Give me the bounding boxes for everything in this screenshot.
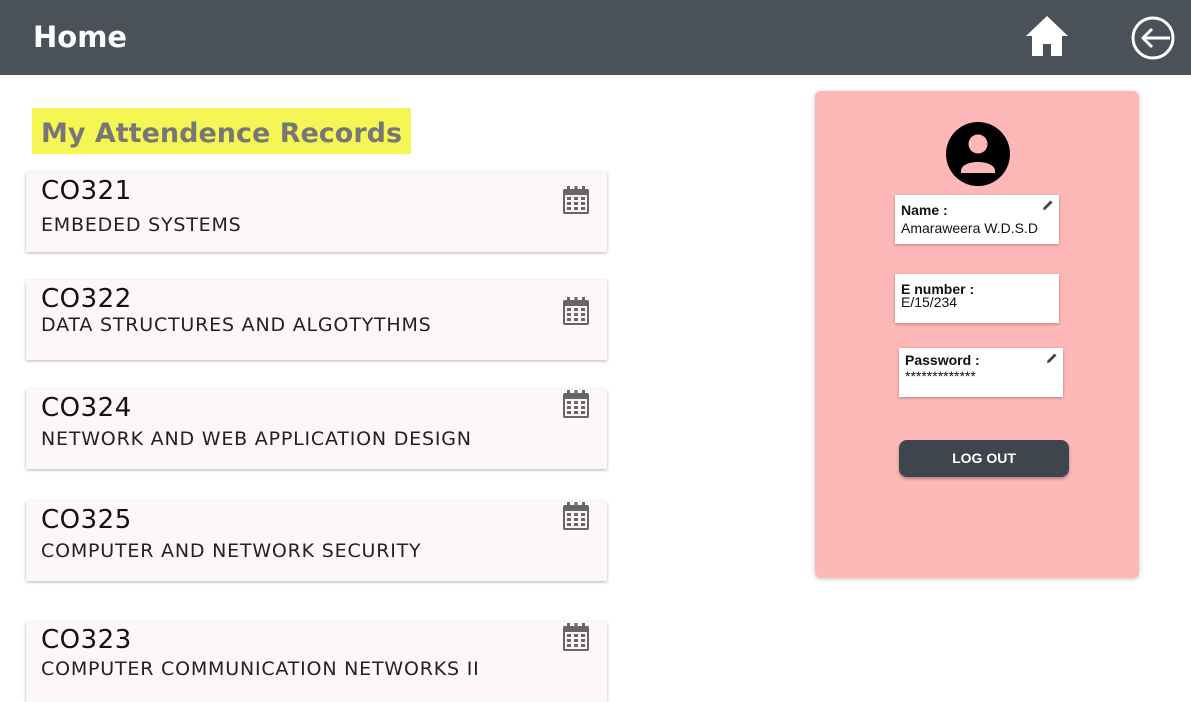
- course-card[interactable]: CO321 EMBEDED SYSTEMS: [26, 172, 607, 252]
- course-card[interactable]: CO322 DATA STRUCTURES AND ALGOTYTHMS: [26, 280, 607, 360]
- course-name: DATA STRUCTURES AND ALGOTYTHMS: [41, 314, 432, 336]
- calendar-icon[interactable]: [562, 296, 590, 326]
- section-title: My Attendence Records: [32, 108, 412, 154]
- exit-button[interactable]: [1130, 15, 1176, 61]
- calendar-icon[interactable]: [562, 389, 590, 419]
- course-code: CO321: [41, 176, 132, 206]
- course-name: NETWORK AND WEB APPLICATION DESIGN: [41, 428, 472, 450]
- course-code: CO322: [41, 284, 132, 314]
- enumber-field: E number : E/15/234: [895, 274, 1059, 323]
- course-code: CO325: [41, 505, 132, 535]
- course-name: COMPUTER AND NETWORK SECURITY: [41, 540, 422, 562]
- name-value: Amaraweera W.D.S.D: [901, 220, 1038, 236]
- course-name: COMPUTER COMMUNICATION NETWORKS II: [41, 658, 480, 680]
- enumber-value: E/15/234: [901, 294, 958, 310]
- name-label: Name :: [901, 202, 948, 218]
- calendar-icon[interactable]: [562, 622, 590, 652]
- course-code: CO323: [41, 625, 132, 655]
- home-icon: [1026, 16, 1068, 56]
- name-field[interactable]: Name : Amaraweera W.D.S.D: [895, 195, 1059, 244]
- calendar-icon[interactable]: [562, 185, 590, 215]
- user-avatar-icon: [946, 122, 1010, 186]
- logout-arrow-icon: [1131, 16, 1175, 60]
- edit-pencil-icon[interactable]: [1046, 352, 1058, 364]
- top-app-bar: Home: [0, 0, 1191, 75]
- page-title: Home: [33, 20, 128, 54]
- home-button[interactable]: [1024, 14, 1070, 58]
- course-name: EMBEDED SYSTEMS: [41, 214, 242, 236]
- course-card[interactable]: CO324 NETWORK AND WEB APPLICATION DESIGN: [26, 389, 607, 469]
- password-field[interactable]: Password : *************: [899, 348, 1063, 397]
- course-card[interactable]: CO325 COMPUTER AND NETWORK SECURITY: [26, 501, 607, 581]
- course-card[interactable]: CO323 COMPUTER COMMUNICATION NETWORKS II: [26, 622, 607, 702]
- logout-button[interactable]: LOG OUT: [899, 440, 1069, 477]
- calendar-icon[interactable]: [562, 501, 590, 531]
- password-label: Password :: [905, 352, 980, 368]
- profile-panel: Name : Amaraweera W.D.S.D E number : E/1…: [815, 91, 1139, 578]
- password-value: *************: [905, 368, 976, 384]
- course-code: CO324: [41, 393, 132, 423]
- edit-pencil-icon[interactable]: [1042, 199, 1054, 211]
